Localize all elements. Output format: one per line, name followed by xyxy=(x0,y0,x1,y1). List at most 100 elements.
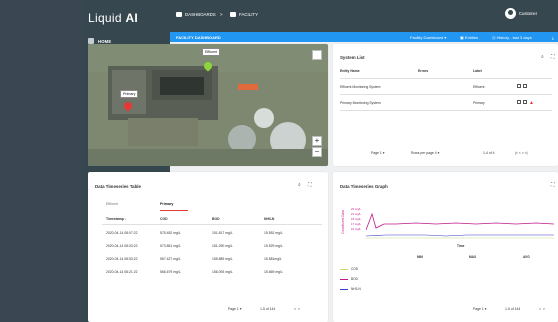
divider xyxy=(340,110,552,111)
avatar-icon xyxy=(505,8,516,19)
legend-item-bod[interactable]: BOD xyxy=(340,277,358,281)
table-cell: 2020-04-14 08:21:22 xyxy=(106,270,138,274)
entities-button[interactable]: ▣ Entities xyxy=(460,35,478,40)
history-button[interactable]: ◷ History - last 3 days xyxy=(492,35,532,40)
pager-page[interactable]: Page 1 ▾ xyxy=(228,307,241,311)
pager-range: 1-5 of 144 xyxy=(505,307,521,311)
pager-page[interactable]: Page 1 ▾ xyxy=(371,151,384,155)
table-cell: 575.452 mg/L xyxy=(160,231,181,235)
pager-rows[interactable]: Rows per page 4 ▾ xyxy=(411,151,439,155)
dashboard-title: FACILITY DASHBOARD xyxy=(176,34,221,40)
table-cell: 567.427 mg/L xyxy=(160,257,181,261)
breadcrumb-facility[interactable]: FACILITY xyxy=(230,12,258,17)
fullscreen-icon[interactable]: ⛶ xyxy=(551,182,555,188)
pager-nav[interactable]: < > xyxy=(539,307,545,311)
row-effluent-actions xyxy=(515,84,527,89)
fullscreen-icon[interactable]: ⛶ xyxy=(308,182,312,188)
entities-icon: ▣ xyxy=(460,34,464,40)
y-axis-label: Constituent Data xyxy=(340,210,345,234)
edit-icon[interactable] xyxy=(517,84,521,88)
clock-icon: ◷ xyxy=(492,34,496,40)
ts-graph-title: Data Timeseries Graph xyxy=(340,184,388,189)
table-cell: 155.889 mg/L xyxy=(212,257,233,261)
download-icon[interactable]: ⤓ xyxy=(552,35,554,40)
table-cell: 151.817 mg/L xyxy=(212,231,233,235)
app-root: Liquid AI DASHBOARDS > FACILITY Customer… xyxy=(0,0,558,322)
map-panel: Effluent Primary + − xyxy=(88,44,328,166)
pager-nav[interactable]: |< < > >| xyxy=(515,151,528,155)
dashboard-subbar: FACILITY DASHBOARD Facility Dashboard ▾ … xyxy=(170,32,558,42)
y-ticks: 23 mg/L 21 mg/L 19 mg/L 17 mg/L 15 mg/L xyxy=(351,207,365,232)
legend-swatch xyxy=(340,268,348,270)
y-tick: 15 mg/L xyxy=(351,227,362,231)
col-timestamp[interactable]: Timestamp ↓ xyxy=(106,217,126,221)
copy-icon[interactable] xyxy=(523,100,527,104)
breadcrumb-separator: > xyxy=(220,12,223,17)
timeseries-table-panel: Data Timeseries Table ⌕ ⛶ Effluent Prima… xyxy=(88,172,328,322)
table-cell: 15.669 mg/L xyxy=(264,270,283,274)
table-cell: 15.529 mg/L xyxy=(264,244,283,248)
x-axis-label: Time xyxy=(457,244,465,248)
timeseries-graph[interactable] xyxy=(366,206,554,242)
zoom-in-button[interactable]: + xyxy=(312,136,322,146)
fullscreen-icon[interactable]: ⛶ xyxy=(551,54,555,60)
legend-max-header: MAX xyxy=(469,255,477,259)
row-primary-actions: ▲ xyxy=(515,100,534,106)
system-list-panel: System List ⌕ ⛶ Entity Name Errors Label… xyxy=(333,44,558,166)
ts-table-title: Data Timeseries Table xyxy=(95,184,141,189)
map-label-effluent: Effluent xyxy=(202,48,221,56)
table-cell: 15.552 mg/L xyxy=(264,231,283,235)
row-effluent-label: Effluent xyxy=(473,85,485,89)
timeseries-graph-panel: Data Timeseries Graph ⛶ Constituent Data… xyxy=(333,172,558,322)
table-cell: 156.093 mg/L xyxy=(212,270,233,274)
col-label[interactable]: Label xyxy=(473,69,482,73)
dashboard-select[interactable]: Facility Dashboard ▾ xyxy=(410,35,446,40)
table-cell: 2020-04-14 08:53:22 xyxy=(106,257,138,261)
pager-range: 1-4 of 4 xyxy=(483,151,495,155)
row-primary-label: Primary xyxy=(473,101,485,105)
facility-icon xyxy=(230,12,236,17)
zoom-out-button[interactable]: − xyxy=(312,147,322,157)
search-icon[interactable]: ⌕ xyxy=(541,54,544,60)
table-cell: 2020-04-14 08:07:22 xyxy=(106,231,138,235)
row-primary-name[interactable]: Primary Monitoring System xyxy=(340,101,381,105)
table-cell: 151.290 mg/L xyxy=(212,244,233,248)
col-bod[interactable]: BOD xyxy=(212,217,220,221)
divider xyxy=(340,94,552,95)
table-cell: 2020-04-14 08:03:22 xyxy=(106,244,138,248)
fullscreen-icon[interactable] xyxy=(312,50,322,60)
legend-item-nh3n[interactable]: NH3-N xyxy=(340,287,361,291)
app-logo[interactable]: Liquid AI xyxy=(88,11,138,25)
map-label-primary: Primary xyxy=(120,90,139,98)
col-errors[interactable]: Errors xyxy=(418,69,428,73)
legend-avg-header: AVG xyxy=(523,255,530,259)
system-list-title: System List xyxy=(340,55,365,60)
left-backdrop xyxy=(0,0,82,322)
topbar xyxy=(82,0,558,32)
search-icon[interactable]: ⌕ xyxy=(298,182,301,188)
col-entity-name[interactable]: Entity Name xyxy=(340,69,360,73)
legend-swatch xyxy=(340,288,348,290)
legend-swatch xyxy=(340,278,348,280)
edit-icon[interactable] xyxy=(517,100,521,104)
table-cell: 573.851 mg/L xyxy=(160,244,181,248)
divider xyxy=(340,78,552,79)
col-cod[interactable]: COD xyxy=(160,217,168,221)
table-cell: 566.679 mg/L xyxy=(160,270,181,274)
customer-menu[interactable]: Customer xyxy=(505,8,537,19)
pager-page[interactable]: Page 1 ▾ xyxy=(473,307,486,311)
divider xyxy=(102,224,322,225)
pager-nav[interactable]: < > xyxy=(294,307,300,311)
tab-effluent[interactable]: Effluent xyxy=(106,202,118,206)
legend-item-cod[interactable]: COD xyxy=(340,267,358,271)
tab-indicator xyxy=(160,210,188,211)
table-cell: 15.581mg/L xyxy=(264,257,282,261)
col-nh3n[interactable]: NH3-N xyxy=(264,217,274,221)
row-effluent-name[interactable]: Effluent Monitoring System xyxy=(340,85,380,89)
copy-icon[interactable] xyxy=(523,84,527,88)
warning-icon[interactable]: ▲ xyxy=(529,100,534,106)
breadcrumb-dashboards[interactable]: DASHBOARDS xyxy=(176,12,216,17)
tab-primary[interactable]: Primary xyxy=(160,202,173,206)
dashboards-icon xyxy=(176,12,182,17)
legend-min-header: MIN xyxy=(417,255,423,259)
